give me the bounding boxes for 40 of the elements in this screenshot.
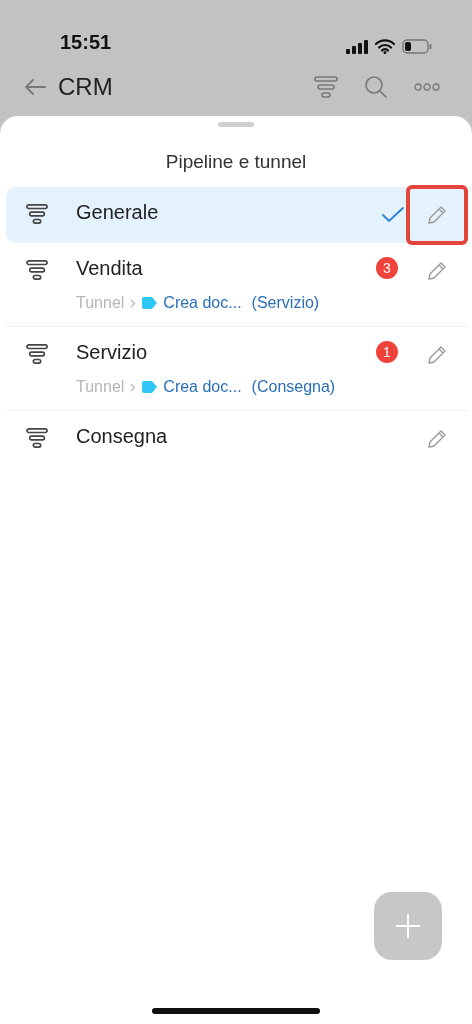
wifi-icon	[375, 39, 395, 54]
funnel-icon[interactable]	[314, 76, 338, 98]
chevron-icon	[130, 382, 137, 392]
funnel-icon	[26, 259, 48, 281]
pipeline-item[interactable]: Servizio Tunnel Crea doc... (Consegna) 1	[6, 327, 468, 411]
edit-icon[interactable]	[427, 345, 447, 365]
pipeline-name: Consegna	[76, 425, 169, 448]
status-time: 15:51	[60, 31, 112, 54]
tunnel-label: Tunnel	[76, 378, 125, 396]
pipeline-item[interactable]: Consegna	[6, 411, 468, 467]
add-button[interactable]	[374, 892, 442, 960]
pipeline-item[interactable]: Generale	[6, 187, 468, 243]
stage-name: Crea doc...	[163, 378, 242, 396]
funnel-icon	[26, 203, 48, 225]
pipeline-name: Servizio	[76, 341, 149, 364]
plus-icon	[395, 913, 421, 939]
pipeline-item[interactable]: Vendita Tunnel Crea doc... (Servizio) 3	[6, 243, 468, 327]
edit-icon[interactable]	[427, 429, 447, 449]
counter-badge: 1	[376, 341, 398, 363]
funnel-icon	[26, 343, 48, 365]
tunnel-target: (Consegna)	[251, 378, 336, 396]
back-arrow-icon[interactable]	[24, 79, 46, 95]
sheet-title: Pipeline e tunnel	[164, 151, 308, 173]
edit-icon[interactable]	[427, 261, 447, 281]
funnel-icon	[26, 427, 48, 449]
search-icon[interactable]	[364, 75, 388, 99]
chevron-icon	[130, 298, 137, 308]
nav-title: CRM	[58, 73, 113, 101]
battery-icon	[402, 39, 432, 54]
edit-icon[interactable]	[427, 205, 447, 225]
pipeline-name: Generale	[76, 201, 160, 224]
more-icon[interactable]	[414, 83, 440, 91]
check-icon	[382, 207, 404, 223]
stage-name: Crea doc...	[163, 294, 242, 312]
sheet-handle[interactable]	[218, 122, 254, 127]
counter-badge: 3	[376, 257, 398, 279]
tunnel-label: Tunnel	[76, 294, 125, 312]
pipeline-name: Vendita	[76, 257, 144, 280]
tunnel-target: (Servizio)	[251, 294, 320, 312]
signal-icon	[346, 39, 368, 54]
